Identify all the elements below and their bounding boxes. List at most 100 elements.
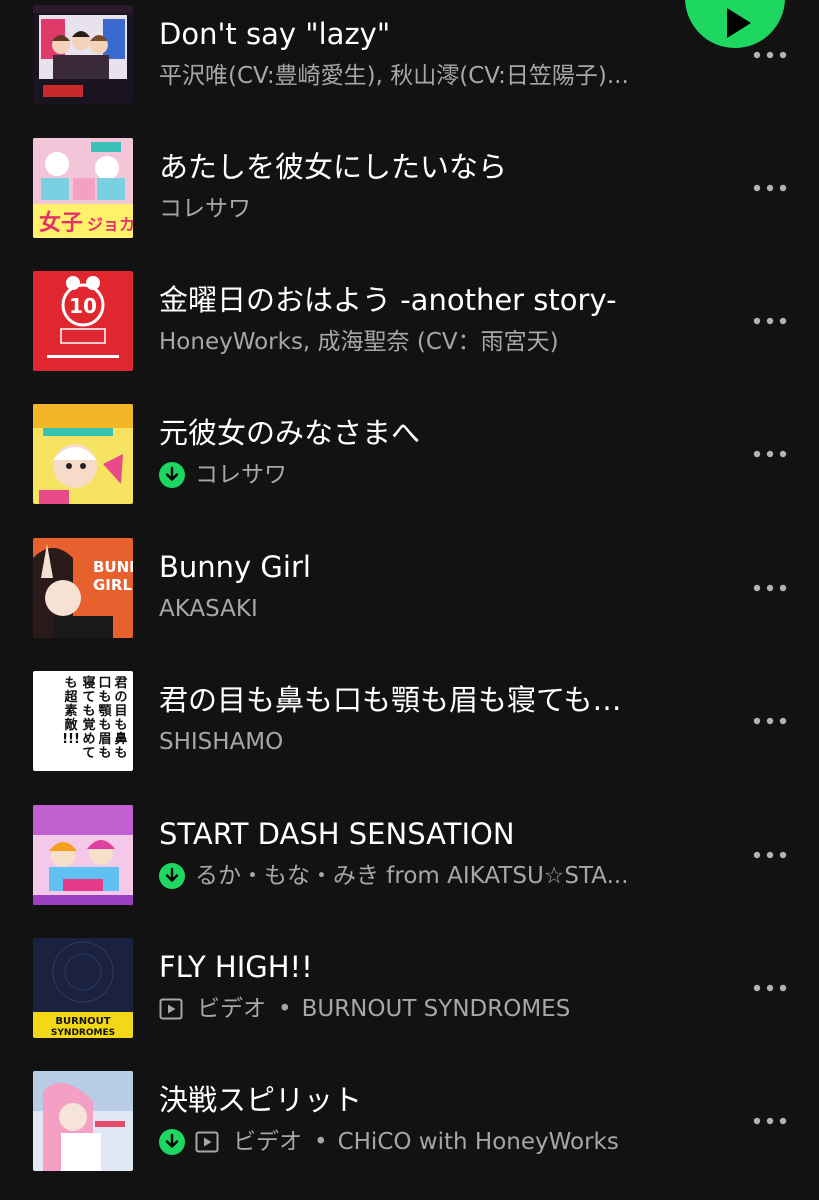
album-art <box>33 805 133 905</box>
content-type-label: ビデオ <box>197 996 266 1022</box>
svg-text:も: も <box>114 746 127 761</box>
track-artist: HoneyWorks, 成海聖奈 (CV：雨宮天) <box>159 329 559 355</box>
svg-text:も: も <box>98 718 111 733</box>
track-title: あたしを彼女にしたいなら <box>159 150 508 184</box>
more-dots-icon <box>753 317 787 325</box>
svg-text:目: 目 <box>114 704 127 719</box>
track-title: Bunny Girl <box>159 550 311 584</box>
svg-text:SYNDROMES: SYNDROMES <box>51 1028 115 1038</box>
svg-text:も: も <box>98 690 111 705</box>
svg-text:て: て <box>82 690 95 705</box>
track-subtitle: AKASAKI <box>159 592 689 626</box>
track-row[interactable]: START DASH SENSATION るか・もな・みき from AIKAT… <box>0 800 819 933</box>
downloaded-icon <box>159 863 185 889</box>
downloaded-icon <box>159 462 185 488</box>
album-art <box>33 404 133 504</box>
album-art: 君の目も鼻も 口も顎も眉も 寝ても覚めて も超素敵!!! <box>33 671 133 771</box>
svg-text:10: 10 <box>69 294 97 318</box>
svg-text:GIRL: GIRL <box>93 576 132 594</box>
track-title: 元彼女のみなさまへ <box>159 416 421 450</box>
svg-text:女子: 女子 <box>39 210 83 236</box>
svg-text:敵: 敵 <box>64 717 78 733</box>
more-options-button[interactable] <box>748 303 792 339</box>
track-subtitle: コレサワ <box>159 458 689 492</box>
track-subtitle: HoneyWorks, 成海聖奈 (CV：雨宮天) <box>159 325 689 359</box>
track-list: Don't say "lazy" 平沢唯(CV:豊崎愛生), 秋山澪(CV:日笠… <box>0 0 819 1200</box>
downloaded-icon <box>159 1129 185 1155</box>
album-art: BUNNY GIRL <box>33 538 133 638</box>
svg-text:!!!: !!! <box>62 732 80 747</box>
svg-text:超: 超 <box>64 689 78 705</box>
svg-text:鼻: 鼻 <box>114 731 127 747</box>
track-artist: 平沢唯(CV:豊崎愛生), 秋山澪(CV:日笠陽子)... <box>159 63 629 89</box>
separator-dot: • <box>278 996 292 1022</box>
track-title: 君の目も鼻も口も顎も眉も寝ても… <box>159 683 622 717</box>
video-icon <box>195 1131 219 1153</box>
track-artist: AKASAKI <box>159 596 258 622</box>
svg-text:も: も <box>64 676 77 691</box>
more-dots-icon <box>753 584 787 592</box>
track-subtitle: ビデオ • CHiCO with HoneyWorks <box>159 1125 689 1159</box>
track-subtitle: るか・もな・みき from AIKATSU☆STA... <box>159 859 689 893</box>
more-options-button[interactable] <box>748 703 792 739</box>
track-artist: BURNOUT SYNDROMES <box>301 996 571 1022</box>
play-icon <box>727 8 751 38</box>
track-subtitle: SHISHAMO <box>159 725 689 759</box>
svg-text:め: め <box>82 732 95 747</box>
more-options-button[interactable] <box>748 170 792 206</box>
album-art <box>33 5 133 105</box>
album-art <box>33 1071 133 1171</box>
svg-text:も: も <box>98 746 111 761</box>
more-options-button[interactable] <box>748 970 792 1006</box>
more-options-button[interactable] <box>748 436 792 472</box>
more-dots-icon <box>753 717 787 725</box>
video-icon <box>159 998 183 1020</box>
track-title: Don't say "lazy" <box>159 17 391 51</box>
svg-text:の: の <box>114 690 127 705</box>
more-options-button[interactable] <box>748 837 792 873</box>
svg-text:口: 口 <box>98 676 111 691</box>
svg-text:眉: 眉 <box>98 732 111 747</box>
svg-text:寝: 寝 <box>82 675 95 691</box>
album-art: 女子 ジョカ <box>33 138 133 238</box>
more-dots-icon <box>753 984 787 992</box>
track-title: 金曜日のおはよう -another story- <box>159 283 617 317</box>
svg-text:て: て <box>82 746 95 761</box>
svg-text:BUNNY: BUNNY <box>93 558 133 576</box>
track-title: FLY HIGH!! <box>159 950 313 984</box>
more-dots-icon <box>753 1117 787 1125</box>
track-title: START DASH SENSATION <box>159 817 515 851</box>
more-dots-icon <box>753 51 787 59</box>
track-artist: CHiCO with HoneyWorks <box>337 1129 619 1155</box>
track-row[interactable]: 女子 ジョカ あたしを彼女にしたいなら コレサワ <box>0 133 819 266</box>
track-subtitle: コレサワ <box>159 192 689 226</box>
track-artist: コレサワ <box>159 196 251 222</box>
svg-text:も: も <box>114 718 127 733</box>
track-artist: コレサワ <box>195 462 287 488</box>
separator-dot: • <box>314 1129 328 1155</box>
more-options-button[interactable] <box>748 570 792 606</box>
svg-text:君: 君 <box>114 676 127 691</box>
track-row[interactable]: 10 金曜日のおはよう -another story- HoneyWorks, … <box>0 266 819 399</box>
more-options-button[interactable] <box>748 1103 792 1139</box>
track-row[interactable]: BURNOUT SYNDROMES FLY HIGH!! ビデオ • BURNO… <box>0 933 819 1066</box>
track-title: 決戦スピリット <box>159 1083 363 1117</box>
svg-text:BURNOUT: BURNOUT <box>55 1016 110 1027</box>
play-button[interactable] <box>685 0 785 48</box>
track-row[interactable]: 君の目も鼻も 口も顎も眉も 寝ても覚めて も超素敵!!! 君の目も鼻も口も顎も眉… <box>0 666 819 799</box>
svg-text:覚: 覚 <box>81 717 95 733</box>
track-row[interactable]: 決戦スピリット ビデオ • CHiCO with HoneyWorks <box>0 1066 819 1199</box>
more-dots-icon <box>753 851 787 859</box>
content-type-label: ビデオ <box>233 1129 302 1155</box>
track-row[interactable]: BUNNY GIRL Bunny Girl AKASAKI <box>0 533 819 666</box>
track-row[interactable]: Don't say "lazy" 平沢唯(CV:豊崎愛生), 秋山澪(CV:日笠… <box>0 0 819 133</box>
track-artist: SHISHAMO <box>159 729 284 755</box>
track-artist: るか・もな・みき from AIKATSU☆STA... <box>195 863 629 889</box>
svg-text:顎: 顎 <box>98 704 112 719</box>
track-row[interactable]: 元彼女のみなさまへ コレサワ <box>0 399 819 532</box>
album-art: 10 <box>33 271 133 371</box>
svg-text:も: も <box>82 704 95 719</box>
track-subtitle: 平沢唯(CV:豊崎愛生), 秋山澪(CV:日笠陽子)... <box>159 59 689 93</box>
more-dots-icon <box>753 450 787 458</box>
svg-text:ジョカ: ジョカ <box>87 215 133 234</box>
